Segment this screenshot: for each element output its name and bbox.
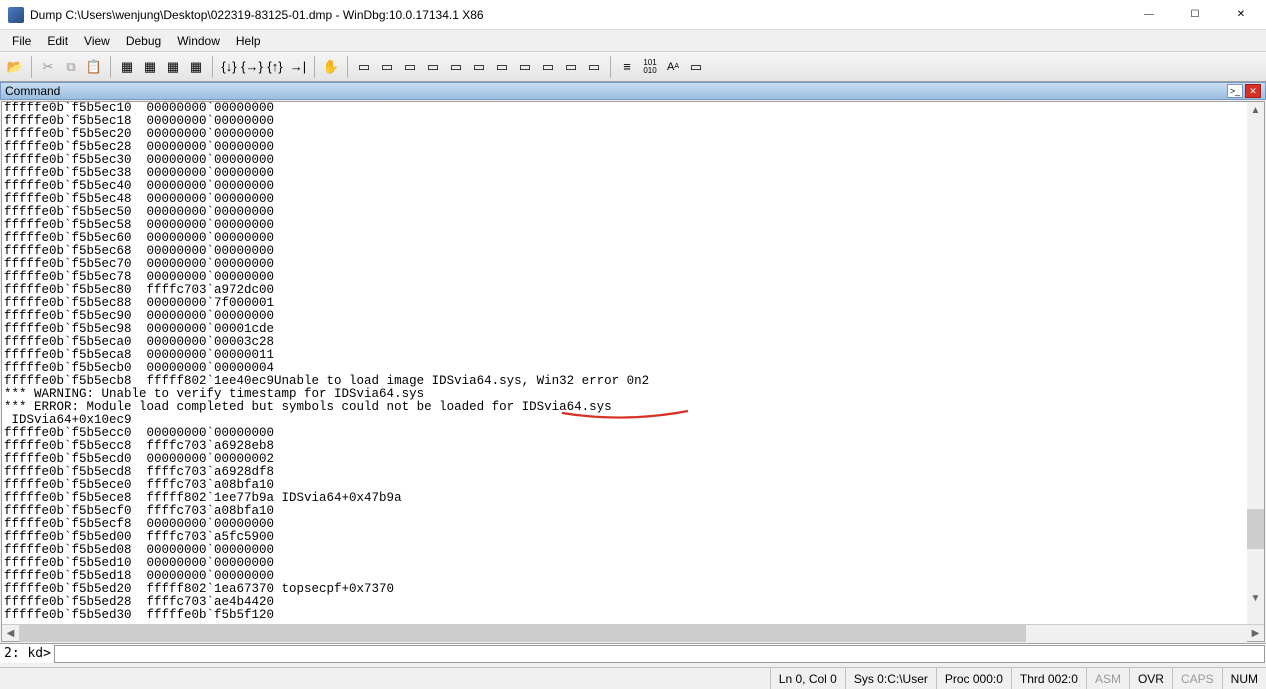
horizontal-scrollbar[interactable]: ◀ ▶ <box>2 624 1264 641</box>
menu-help[interactable]: Help <box>228 32 269 50</box>
menu-window[interactable]: Window <box>169 32 228 50</box>
scroll-thumb[interactable] <box>1247 509 1264 549</box>
command-pane-header: Command >_ ✕ <box>0 82 1266 100</box>
restart-icon[interactable]: ▦ <box>139 56 161 78</box>
menu-edit[interactable]: Edit <box>39 32 76 50</box>
go-icon[interactable]: ▦ <box>116 56 138 78</box>
menu-debug[interactable]: Debug <box>118 32 169 50</box>
command-output-area: fffffe0b`f5b5ec10 00000000`00000000 ffff… <box>1 101 1265 642</box>
hand-icon[interactable]: ✋ <box>320 56 342 78</box>
menu-bar: File Edit View Debug Window Help <box>0 30 1266 52</box>
status-thrd: Thrd 002:0 <box>1011 668 1086 689</box>
run-to-cursor-icon[interactable]: →| <box>287 56 309 78</box>
status-sys: Sys 0:C:\User <box>845 668 936 689</box>
window1-icon[interactable]: ▭ <box>353 56 375 78</box>
scroll-left-icon[interactable]: ◀ <box>2 625 19 642</box>
step-into-icon[interactable]: {↓} <box>218 56 240 78</box>
separator <box>31 56 32 78</box>
paste-icon[interactable]: 📋 <box>83 56 105 78</box>
separator <box>314 56 315 78</box>
separator <box>610 56 611 78</box>
menu-view[interactable]: View <box>76 32 118 50</box>
prompt-label: 2: kd> <box>2 646 53 661</box>
status-asm: ASM <box>1086 668 1129 689</box>
hscroll-thumb[interactable] <box>19 625 1026 642</box>
window-title: Dump C:\Users\wenjung\Desktop\022319-831… <box>30 8 1126 22</box>
window6-icon[interactable]: ▭ <box>468 56 490 78</box>
separator <box>110 56 111 78</box>
window4-icon[interactable]: ▭ <box>422 56 444 78</box>
command-input[interactable] <box>55 646 1264 662</box>
window9-icon[interactable]: ▭ <box>537 56 559 78</box>
step-out-icon[interactable]: {↑} <box>264 56 286 78</box>
source-icon[interactable]: ≡ <box>616 56 638 78</box>
scroll-up-icon[interactable]: ▲ <box>1247 102 1264 119</box>
window8-icon[interactable]: ▭ <box>514 56 536 78</box>
pane-dock-icon[interactable]: >_ <box>1227 84 1243 98</box>
status-filler <box>0 668 770 689</box>
pane-title: Command <box>5 84 60 98</box>
window7-icon[interactable]: ▭ <box>491 56 513 78</box>
window5-icon[interactable]: ▭ <box>445 56 467 78</box>
app-icon <box>8 7 24 23</box>
open-icon[interactable]: 📂 <box>4 56 26 78</box>
window2-icon[interactable]: ▭ <box>376 56 398 78</box>
menu-file[interactable]: File <box>4 32 39 50</box>
cut-icon[interactable]: ✂ <box>37 56 59 78</box>
scroll-down-icon[interactable]: ▼ <box>1247 590 1264 607</box>
title-bar: Dump C:\Users\wenjung\Desktop\022319-831… <box>0 0 1266 30</box>
status-proc: Proc 000:0 <box>936 668 1011 689</box>
scroll-right-icon[interactable]: ▶ <box>1247 625 1264 642</box>
font-icon[interactable]: AA <box>662 56 684 78</box>
copy-icon[interactable]: ⧉ <box>60 56 82 78</box>
status-num: NUM <box>1222 668 1266 689</box>
separator <box>212 56 213 78</box>
window10-icon[interactable]: ▭ <box>560 56 582 78</box>
status-caps: CAPS <box>1172 668 1222 689</box>
minimize-button[interactable]: — <box>1126 0 1172 30</box>
break-icon[interactable]: ▦ <box>185 56 207 78</box>
toolbar: 📂 ✂ ⧉ 📋 ▦ ▦ ▦ ▦ {↓} {→} {↑} →| ✋ ▭ ▭ ▭ ▭… <box>0 52 1266 82</box>
maximize-button[interactable]: ☐ <box>1172 0 1218 30</box>
command-prompt-row: 2: kd> <box>0 643 1266 663</box>
pane-close-icon[interactable]: ✕ <box>1245 84 1261 98</box>
window11-icon[interactable]: ▭ <box>583 56 605 78</box>
close-button[interactable]: ✕ <box>1218 0 1264 30</box>
status-ln-col: Ln 0, Col 0 <box>770 668 845 689</box>
vertical-scrollbar[interactable]: ▲ ▼ <box>1247 102 1264 624</box>
window3-icon[interactable]: ▭ <box>399 56 421 78</box>
step-over-icon[interactable]: {→} <box>241 56 263 78</box>
status-ovr: OVR <box>1129 668 1172 689</box>
binary-icon[interactable]: 101010 <box>639 56 661 78</box>
status-bar: Ln 0, Col 0 Sys 0:C:\User Proc 000:0 Thr… <box>0 667 1266 689</box>
stop-icon[interactable]: ▦ <box>162 56 184 78</box>
options-icon[interactable]: ▭ <box>685 56 707 78</box>
separator <box>347 56 348 78</box>
command-output[interactable]: fffffe0b`f5b5ec10 00000000`00000000 ffff… <box>2 102 1264 624</box>
